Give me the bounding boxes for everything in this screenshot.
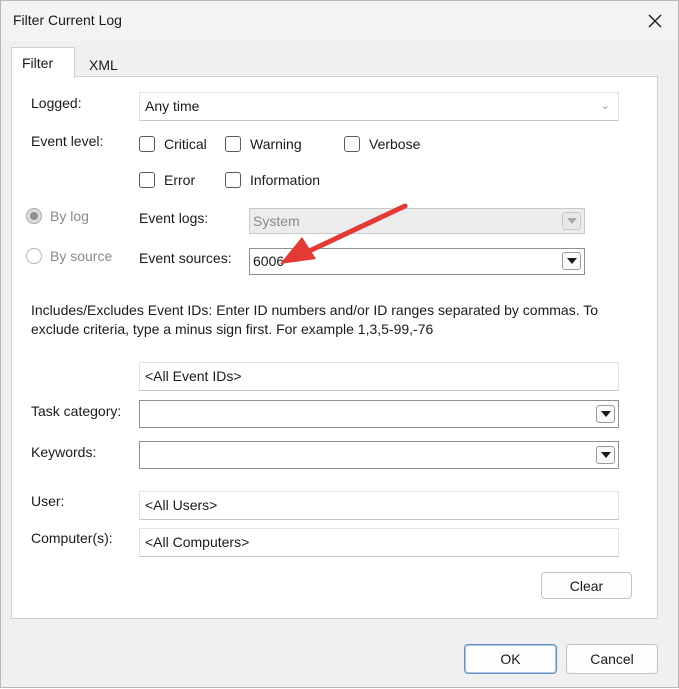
checkbox-warning-label: Warning	[250, 136, 302, 152]
event-ids-value: <All Event IDs>	[145, 368, 242, 384]
task-category-label: Task category:	[31, 403, 122, 419]
checkbox-verbose-label: Verbose	[369, 136, 421, 152]
keywords-dropdown-button[interactable]	[596, 446, 615, 464]
event-sources-label: Event sources:	[139, 250, 232, 266]
checkbox-information[interactable]: Information	[225, 172, 320, 188]
computer-label: Computer(s):	[31, 530, 113, 546]
radio-by-log[interactable]: By log	[26, 208, 89, 224]
user-value: <All Users>	[145, 497, 218, 513]
event-sources-dropdown[interactable]: 6006	[249, 248, 585, 275]
radio-by-log-label: By log	[50, 208, 89, 224]
chevron-down-icon	[600, 452, 611, 458]
event-ids-instructions: Includes/Excludes Event IDs: Enter ID nu…	[31, 302, 599, 337]
checkbox-box[interactable]	[139, 136, 155, 152]
chevron-down-icon: ⌄	[600, 100, 610, 112]
user-input[interactable]: <All Users>	[139, 491, 619, 520]
event-logs-dropdown-button	[562, 212, 581, 230]
event-logs-dropdown: System	[249, 208, 585, 234]
tab-filter[interactable]: Filter	[11, 47, 75, 78]
logged-dropdown[interactable]: Any time ⌄	[139, 92, 619, 121]
radio-by-source[interactable]: By source	[26, 248, 112, 264]
event-level-label: Event level:	[31, 133, 104, 149]
checkbox-error[interactable]: Error	[139, 172, 195, 188]
logged-value: Any time	[145, 98, 200, 114]
tab-xml[interactable]: XML	[79, 53, 135, 77]
task-category-dropdown[interactable]	[139, 400, 619, 428]
filter-panel: Logged: Any time ⌄ Event level: Critical…	[11, 76, 658, 619]
task-category-dropdown-button[interactable]	[596, 405, 615, 423]
checkbox-box[interactable]	[225, 172, 241, 188]
chevron-down-icon	[566, 218, 577, 224]
checkbox-box[interactable]	[344, 136, 360, 152]
checkbox-information-label: Information	[250, 172, 321, 188]
event-ids-input[interactable]: <All Event IDs>	[139, 362, 619, 391]
event-logs-value: System	[253, 213, 300, 229]
radio-indicator[interactable]	[26, 208, 42, 224]
checkbox-error-label: Error	[164, 172, 196, 188]
keywords-label: Keywords:	[31, 444, 97, 460]
event-logs-label: Event logs:	[139, 210, 209, 226]
checkbox-critical[interactable]: Critical	[139, 136, 207, 152]
event-sources-value: 6006	[253, 253, 285, 269]
user-label: User:	[31, 493, 65, 509]
close-icon	[648, 14, 662, 28]
chevron-down-icon	[566, 258, 577, 264]
filter-dialog: Filter Current Log Filter XML Logged: An…	[0, 0, 679, 688]
logged-label: Logged:	[31, 95, 82, 111]
keywords-dropdown[interactable]	[139, 441, 619, 469]
event-sources-dropdown-button[interactable]	[562, 252, 581, 270]
radio-indicator[interactable]	[26, 248, 42, 264]
radio-by-source-label: By source	[50, 248, 113, 264]
chevron-down-icon	[600, 411, 611, 417]
computer-input[interactable]: <All Computers>	[139, 528, 619, 557]
checkbox-box[interactable]	[139, 172, 155, 188]
title-bar: Filter Current Log	[1, 1, 678, 41]
close-button[interactable]	[632, 1, 678, 41]
checkbox-warning[interactable]: Warning	[225, 136, 302, 152]
checkbox-box[interactable]	[225, 136, 241, 152]
ok-button[interactable]: OK	[464, 644, 557, 674]
clear-button[interactable]: Clear	[541, 572, 632, 599]
computer-value: <All Computers>	[145, 534, 250, 550]
cancel-button[interactable]: Cancel	[566, 644, 658, 674]
checkbox-critical-label: Critical	[164, 136, 207, 152]
window-title: Filter Current Log	[13, 12, 122, 28]
checkbox-verbose[interactable]: Verbose	[344, 136, 420, 152]
